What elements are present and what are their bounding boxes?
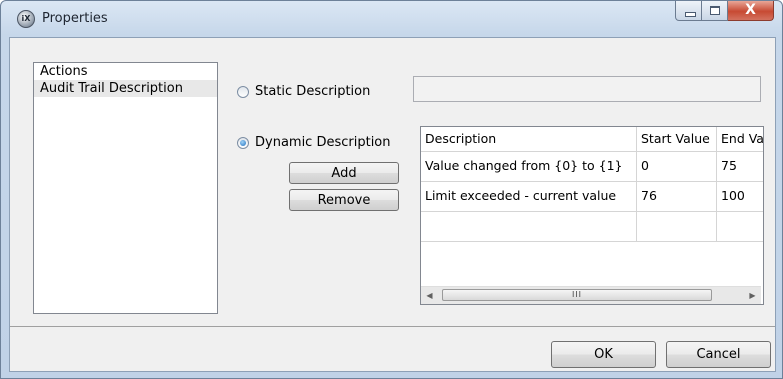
close-button[interactable]: X xyxy=(728,1,774,21)
close-icon: X xyxy=(745,2,756,18)
app-icon: iX xyxy=(17,10,35,28)
scroll-right-icon[interactable]: ▶ xyxy=(744,287,761,304)
table-cell[interactable]: 0 xyxy=(637,152,717,181)
table-cell[interactable]: 75 xyxy=(717,152,763,181)
column-header-start-value[interactable]: Start Value xyxy=(637,127,717,151)
maximize-button[interactable] xyxy=(702,1,728,21)
description-grid[interactable]: Description Start Value End Value Value … xyxy=(420,126,764,305)
column-header-description[interactable]: Description xyxy=(421,127,637,151)
cancel-button[interactable]: Cancel xyxy=(666,341,771,368)
title-bar[interactable]: iX Properties X xyxy=(1,1,782,37)
ok-button[interactable]: OK xyxy=(551,341,656,368)
list-item-actions[interactable]: Actions xyxy=(34,63,217,80)
footer-divider xyxy=(10,326,775,327)
grid-header: Description Start Value End Value xyxy=(421,127,763,152)
properties-window: iX Properties X Actions Audit Trail Desc… xyxy=(0,0,783,379)
static-description-option[interactable]: Static Description xyxy=(237,84,370,99)
column-header-end-value[interactable]: End Value xyxy=(717,127,763,151)
category-list[interactable]: Actions Audit Trail Description xyxy=(33,62,218,314)
scroll-thumb[interactable]: III xyxy=(442,289,712,301)
static-description-label: Static Description xyxy=(255,84,371,99)
horizontal-scrollbar[interactable]: ◀ III ▶ xyxy=(421,286,761,304)
caption-buttons: X xyxy=(675,1,774,21)
dialog-client-area: Actions Audit Trail Description Static D… xyxy=(9,37,776,372)
list-item-audit-trail-description[interactable]: Audit Trail Description xyxy=(34,80,217,97)
table-cell[interactable]: Limit exceeded - current value xyxy=(421,182,637,211)
dynamic-description-label: Dynamic Description xyxy=(255,135,391,150)
window-title: Properties xyxy=(42,11,108,26)
minimize-button[interactable] xyxy=(675,1,702,21)
static-description-input[interactable] xyxy=(413,76,761,102)
table-cell[interactable]: Value changed from {0} to {1} xyxy=(421,152,637,181)
table-row[interactable]: Limit exceeded - current value 76 100 xyxy=(421,182,763,212)
add-button[interactable]: Add xyxy=(289,162,399,184)
dynamic-description-radio[interactable] xyxy=(237,136,249,149)
table-cell[interactable]: 100 xyxy=(717,182,763,211)
table-cell[interactable] xyxy=(717,212,763,241)
scroll-left-icon[interactable]: ◀ xyxy=(421,287,438,304)
static-description-radio[interactable] xyxy=(237,85,249,98)
table-cell[interactable] xyxy=(421,212,637,241)
table-row[interactable]: Value changed from {0} to {1} 0 75 xyxy=(421,152,763,182)
remove-button[interactable]: Remove xyxy=(289,189,399,211)
table-cell[interactable] xyxy=(637,212,717,241)
new-row[interactable] xyxy=(421,212,763,242)
table-cell[interactable]: 76 xyxy=(637,182,717,211)
dynamic-description-option[interactable]: Dynamic Description xyxy=(237,135,391,150)
